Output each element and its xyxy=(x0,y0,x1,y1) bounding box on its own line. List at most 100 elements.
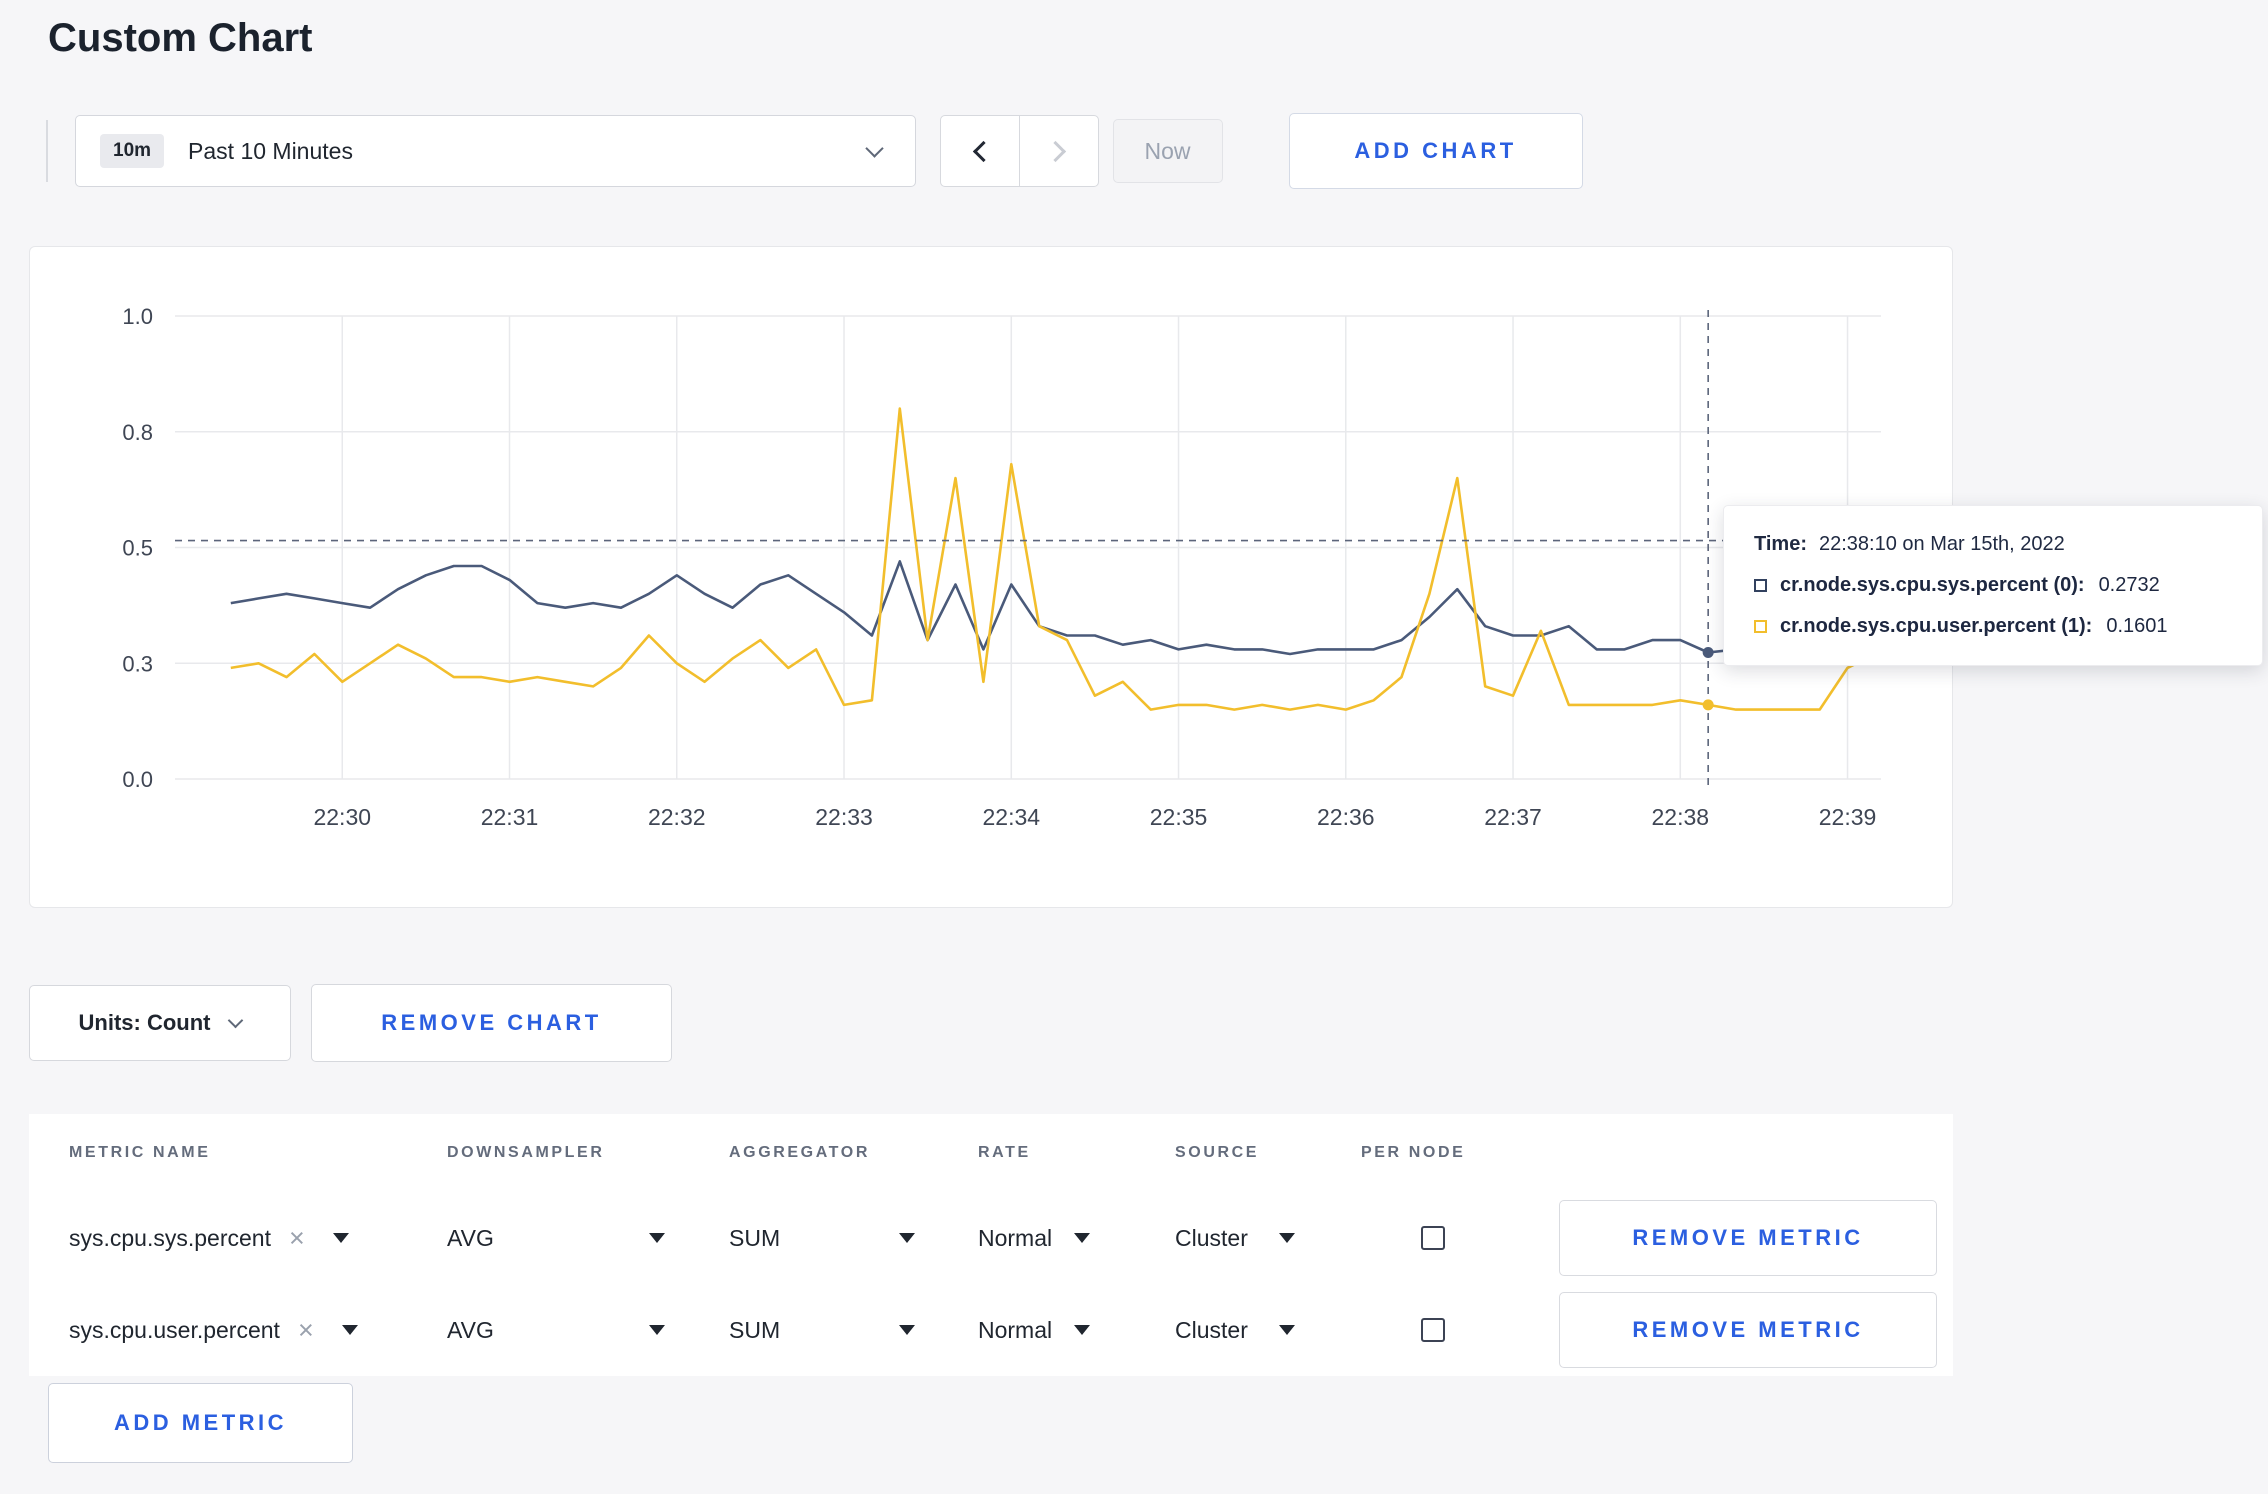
time-nav-group xyxy=(940,115,1099,187)
remove-metric-button[interactable]: REMOVE METRIC xyxy=(1559,1292,1937,1368)
col-aggregator: AGGREGATOR xyxy=(729,1144,870,1161)
per-node-checkbox[interactable] xyxy=(1421,1226,1445,1250)
svg-text:22:36: 22:36 xyxy=(1317,804,1375,830)
tooltip-series-row: cr.node.sys.cpu.user.percent (1): 0.1601 xyxy=(1754,615,2232,638)
chart-tooltip: Time: 22:38:10 on Mar 15th, 2022 cr.node.… xyxy=(1723,505,2263,666)
actions-cell: REMOVE METRIC xyxy=(1559,1292,1953,1368)
source-value: Cluster xyxy=(1175,1316,1248,1343)
metrics-table: METRIC NAME DOWNSAMPLER AGGREGATOR RATE … xyxy=(29,1114,1953,1376)
downsampler-select[interactable]: AVG xyxy=(447,1225,665,1252)
page-title: Custom Chart xyxy=(48,16,313,60)
rate-select[interactable]: Normal xyxy=(978,1225,1090,1252)
svg-text:22:38: 22:38 xyxy=(1652,804,1710,830)
svg-text:22:37: 22:37 xyxy=(1484,804,1542,830)
chevron-left-icon xyxy=(972,140,994,162)
toolbar-divider xyxy=(46,120,48,182)
svg-text:22:31: 22:31 xyxy=(481,804,539,830)
tooltip-time-value: 22:38:10 on Mar 15th, 2022 xyxy=(1818,533,2065,555)
time-range-dropdown[interactable]: 10m Past 10 Minutes xyxy=(75,115,916,187)
series-user-legend-icon xyxy=(1754,620,1767,633)
tooltip-series-name: cr.node.sys.cpu.user.percent (1): xyxy=(1780,615,2093,637)
dropdown-caret-icon xyxy=(899,1233,915,1243)
per-node-checkbox[interactable] xyxy=(1421,1318,1445,1342)
chart-toolbar: 10m Past 10 Minutes Now ADD CHART xyxy=(0,113,2268,189)
svg-text:0.8: 0.8 xyxy=(122,420,153,445)
col-metric-name: METRIC NAME xyxy=(69,1144,211,1161)
tooltip-series-value: 0.1601 xyxy=(2106,615,2168,637)
source-select[interactable]: Cluster xyxy=(1175,1317,1295,1344)
dropdown-caret-icon xyxy=(649,1325,665,1335)
chevron-down-icon xyxy=(865,139,884,158)
svg-text:22:30: 22:30 xyxy=(313,804,371,830)
col-downsampler: DOWNSAMPLER xyxy=(447,1144,605,1161)
units-dropdown[interactable]: Units: Count xyxy=(29,985,291,1061)
metric-name-value: sys.cpu.user.percent xyxy=(69,1316,280,1343)
rate-select[interactable]: Normal xyxy=(978,1317,1090,1344)
metric-name-select[interactable]: sys.cpu.user.percent × xyxy=(69,1316,447,1344)
time-range-badge: 10m xyxy=(100,134,165,168)
dropdown-caret-icon xyxy=(1279,1233,1295,1243)
rate-value: Normal xyxy=(978,1224,1053,1251)
tooltip-time-row: Time: 22:38:10 on Mar 15th, 2022 xyxy=(1754,533,2232,556)
downsampler-value: AVG xyxy=(447,1224,494,1251)
aggregator-select[interactable]: SUM xyxy=(729,1225,915,1252)
chevron-right-icon xyxy=(1044,140,1067,162)
svg-text:1.0: 1.0 xyxy=(122,304,153,329)
per-node-cell xyxy=(1361,1318,1559,1342)
custom-chart-page: Custom Chart 10m Past 10 Minutes Now ADD… xyxy=(0,16,2268,1463)
chart-footer: Units: Count REMOVE CHART xyxy=(29,984,2268,1062)
dropdown-caret-icon xyxy=(1074,1325,1090,1335)
add-metric-button[interactable]: ADD METRIC xyxy=(48,1383,353,1463)
dropdown-caret-icon xyxy=(899,1325,915,1335)
remove-metric-button[interactable]: REMOVE METRIC xyxy=(1559,1200,1937,1276)
downsampler-select[interactable]: AVG xyxy=(447,1317,665,1344)
clear-metric-icon[interactable]: × xyxy=(298,1316,314,1344)
aggregator-value: SUM xyxy=(729,1224,781,1251)
rate-value: Normal xyxy=(978,1316,1053,1343)
svg-text:22:32: 22:32 xyxy=(648,804,706,830)
dropdown-caret-icon[interactable] xyxy=(341,1325,358,1335)
tooltip-series-name: cr.node.sys.cpu.sys.percent (0): xyxy=(1780,574,2085,596)
col-source: SOURCE xyxy=(1175,1144,1260,1161)
svg-text:0.3: 0.3 xyxy=(122,651,153,676)
tooltip-time-label: Time: xyxy=(1754,533,1807,555)
dropdown-caret-icon[interactable] xyxy=(332,1233,349,1243)
actions-cell: REMOVE METRIC xyxy=(1559,1200,1953,1276)
svg-text:22:34: 22:34 xyxy=(982,804,1040,830)
metric-row: sys.cpu.sys.percent × AVG SUM Normal Clu… xyxy=(29,1192,1953,1284)
next-time-button[interactable] xyxy=(1018,115,1099,187)
tooltip-series-row: cr.node.sys.cpu.sys.percent (0): 0.2732 xyxy=(1754,574,2232,597)
svg-text:22:33: 22:33 xyxy=(815,804,873,830)
dropdown-caret-icon xyxy=(649,1233,665,1243)
svg-text:0.5: 0.5 xyxy=(122,536,153,561)
dropdown-caret-icon xyxy=(1279,1325,1295,1335)
clear-metric-icon[interactable]: × xyxy=(289,1224,305,1252)
metric-name-select[interactable]: sys.cpu.sys.percent × xyxy=(69,1224,447,1252)
chart-card: 0.0 0.3 0.5 0.8 1.0 22:30 22:31 22:32 22:33 22:34… xyxy=(29,246,2263,908)
source-value: Cluster xyxy=(1175,1224,1248,1251)
now-button[interactable]: Now xyxy=(1112,119,1223,183)
series-sys-legend-icon xyxy=(1754,579,1767,592)
time-range-label: Past 10 Minutes xyxy=(188,137,353,164)
metric-name-value: sys.cpu.sys.percent xyxy=(69,1224,271,1251)
aggregator-value: SUM xyxy=(729,1316,781,1343)
metric-row: sys.cpu.user.percent × AVG SUM Normal Cl… xyxy=(29,1284,1953,1376)
source-select[interactable]: Cluster xyxy=(1175,1225,1295,1252)
svg-text:22:35: 22:35 xyxy=(1150,804,1208,830)
dropdown-caret-icon xyxy=(1074,1233,1090,1243)
col-per-node: PER NODE xyxy=(1361,1144,1466,1161)
svg-text:0.0: 0.0 xyxy=(122,767,153,792)
prev-time-button[interactable] xyxy=(940,115,1020,187)
aggregator-select[interactable]: SUM xyxy=(729,1317,915,1344)
downsampler-value: AVG xyxy=(447,1316,494,1343)
per-node-cell xyxy=(1361,1226,1559,1250)
metrics-table-header: METRIC NAME DOWNSAMPLER AGGREGATOR RATE … xyxy=(29,1114,1953,1192)
units-dropdown-label: Units: Count xyxy=(78,1010,211,1035)
tooltip-series-value: 0.2732 xyxy=(2098,574,2160,596)
metrics-line-chart[interactable]: 0.0 0.3 0.5 0.8 1.0 22:30 22:31 22:32 22:33 22:34… xyxy=(30,247,1952,905)
add-chart-button[interactable]: ADD CHART xyxy=(1288,113,1583,189)
chevron-down-icon xyxy=(228,1012,244,1028)
svg-text:22:39: 22:39 xyxy=(1819,804,1877,830)
col-rate: RATE xyxy=(978,1144,1031,1161)
remove-chart-button[interactable]: REMOVE CHART xyxy=(311,984,672,1062)
